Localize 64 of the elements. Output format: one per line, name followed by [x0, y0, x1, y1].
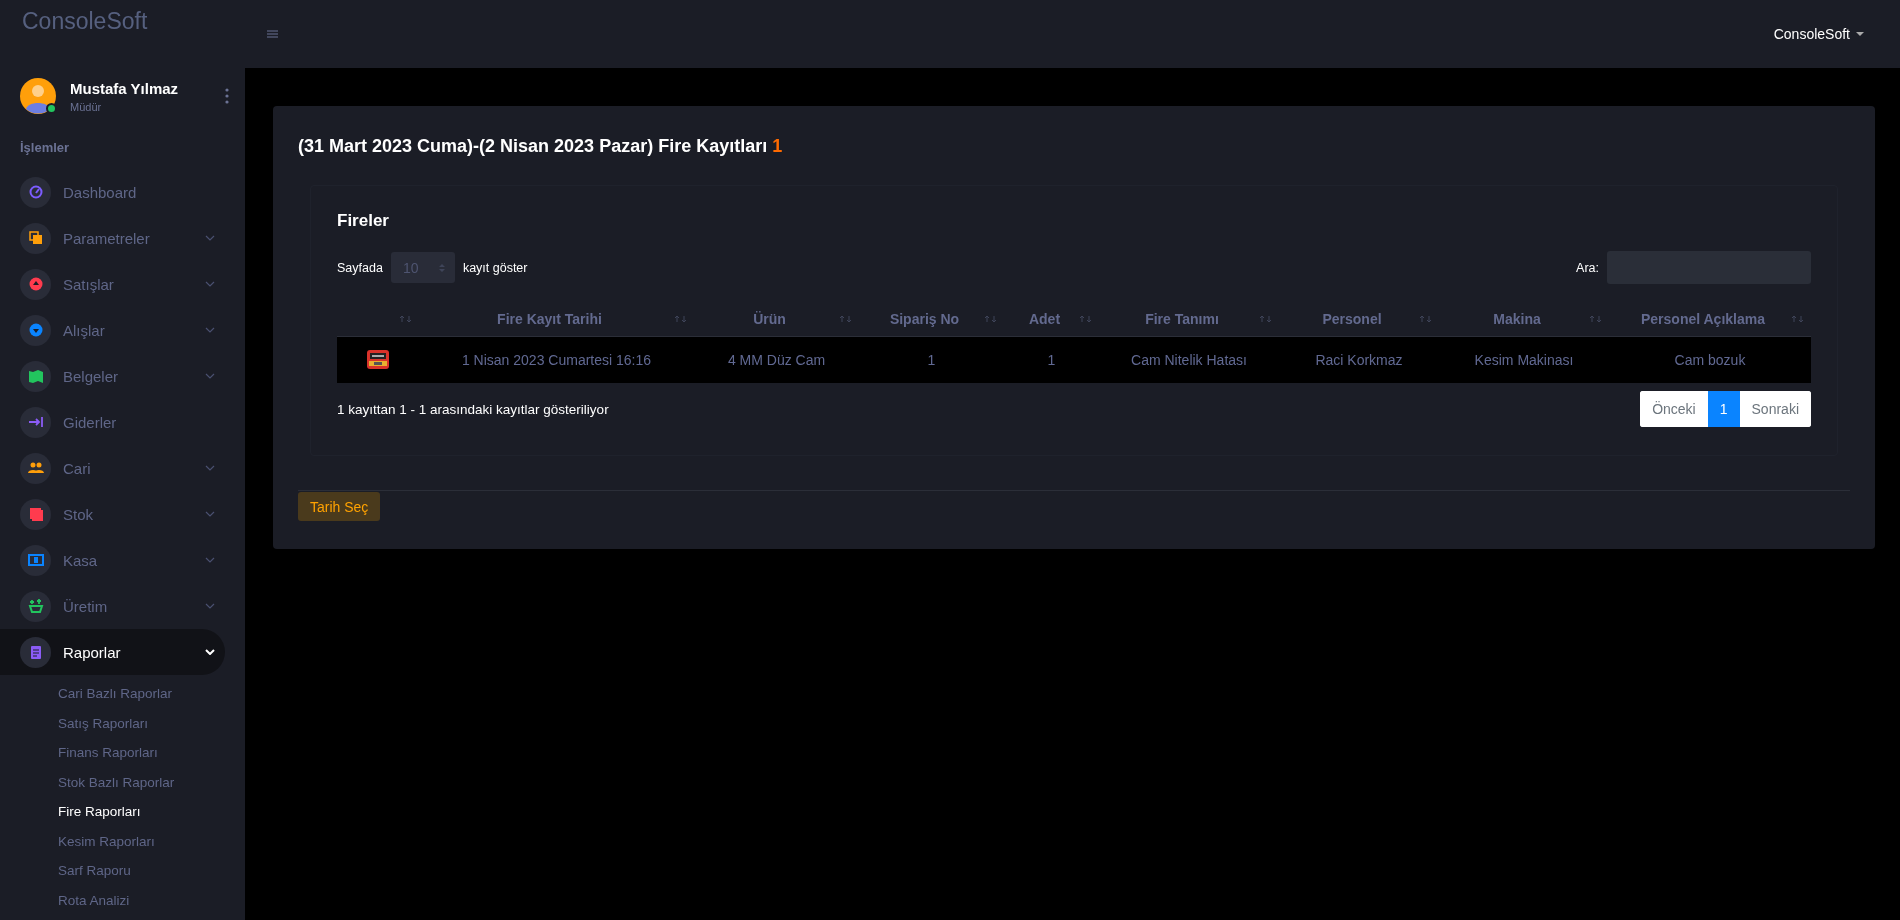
- sort-icon: [1791, 315, 1805, 323]
- column-header[interactable]: Ürün: [694, 302, 859, 337]
- column-header[interactable]: Fire Kayıt Tarihi: [419, 302, 694, 337]
- product-thumbnail-drawing: [365, 348, 391, 372]
- column-header[interactable]: Adet: [1004, 302, 1099, 337]
- submenu-item[interactable]: Kesim Raporları: [58, 826, 245, 856]
- select-arrows-icon: [438, 262, 445, 273]
- menu-icon[interactable]: [267, 30, 278, 38]
- section-title: İşlemler: [19, 139, 71, 157]
- app-logo[interactable]: ConsoleSoft: [0, 0, 245, 58]
- sort-icon: [839, 315, 853, 323]
- table-cell: 1: [1004, 336, 1099, 383]
- submenu-item[interactable]: Fire Raporları: [58, 797, 245, 827]
- table-info: 1 kayıttan 1 - 1 arasındaki kayıtlar gösteriliyor: [337, 401, 609, 417]
- submenu-item[interactable]: Stok Bazlı Raporlar: [58, 767, 245, 797]
- menu-item[interactable]: Parametreler: [0, 215, 225, 261]
- table-cell: 1: [859, 336, 1004, 383]
- sort-icon: [1079, 315, 1093, 323]
- menu-item[interactable]: Alışlar: [0, 307, 225, 353]
- column-header[interactable]: Sipariş No: [859, 302, 1004, 337]
- menu-item[interactable]: Giderler: [0, 399, 225, 445]
- sort-icon: [984, 315, 998, 323]
- menu-item[interactable]: Raporlar: [0, 629, 225, 675]
- pagination-button[interactable]: 1: [1707, 391, 1740, 427]
- sort-icon: [399, 315, 413, 323]
- menu-item[interactable]: Cari: [0, 445, 225, 491]
- table-cell: Cam Nitelik Hatası: [1099, 336, 1279, 383]
- column-header[interactable]: Makina: [1439, 302, 1609, 337]
- menu-item[interactable]: Stok: [0, 491, 225, 537]
- length-label: kayıt göster: [462, 260, 528, 275]
- card-title: Fireler: [337, 211, 390, 231]
- sort-icon: [1259, 315, 1273, 323]
- menu-item[interactable]: Satışlar: [0, 261, 225, 307]
- column-header[interactable]: Fire Tanımı: [1099, 302, 1279, 337]
- date-select-button[interactable]: Tarih Seç: [298, 492, 381, 521]
- page-title: (31 Mart 2023 Cuma)-(2 Nisan 2023 Pazar) Fire Kayıtları 1: [298, 136, 784, 157]
- column-header[interactable]: Personel Açıklama: [1609, 302, 1811, 337]
- avatar: [20, 78, 56, 114]
- length-label: Sayfada: [337, 260, 383, 275]
- table-cell: 1 Nisan 2023 Cumartesi 16:16: [419, 336, 694, 383]
- column-header[interactable]: Personel: [1279, 302, 1439, 337]
- user-role: Müdür: [70, 100, 103, 113]
- submenu-item[interactable]: Satış Raporları: [58, 708, 245, 738]
- user-name: Mustafa Yılmaz: [70, 79, 180, 97]
- menu-item[interactable]: Dashboard: [0, 169, 225, 215]
- page-length-select[interactable]: 10: [390, 252, 455, 283]
- table-cell: Kesim Makinası: [1439, 336, 1609, 383]
- more-icon[interactable]: [225, 88, 229, 104]
- sort-icon: [1589, 315, 1603, 323]
- search-label: Ara:: [1576, 260, 1599, 275]
- submenu-item[interactable]: Cari Bazlı Raporlar: [58, 679, 245, 709]
- submenu-item[interactable]: Rota Analizi: [58, 885, 245, 915]
- table-cell: 4 MM Düz Cam: [694, 336, 859, 383]
- sort-icon: [674, 315, 688, 323]
- submenu-item[interactable]: Finans Raporları: [58, 738, 245, 768]
- caret-icon: [1856, 32, 1864, 36]
- menu-item[interactable]: Belgeler: [0, 353, 225, 399]
- sort-icon: [1419, 315, 1433, 323]
- menu-item[interactable]: Üretim: [0, 583, 225, 629]
- table-cell: Raci Korkmaz: [1279, 336, 1439, 383]
- account-menu[interactable]: ConsoleSoft: [1767, 25, 1870, 43]
- menu-item[interactable]: Kasa: [0, 537, 225, 583]
- table-cell: Cam bozuk: [1609, 336, 1811, 383]
- submenu-item[interactable]: Sarf Raporu: [58, 856, 245, 886]
